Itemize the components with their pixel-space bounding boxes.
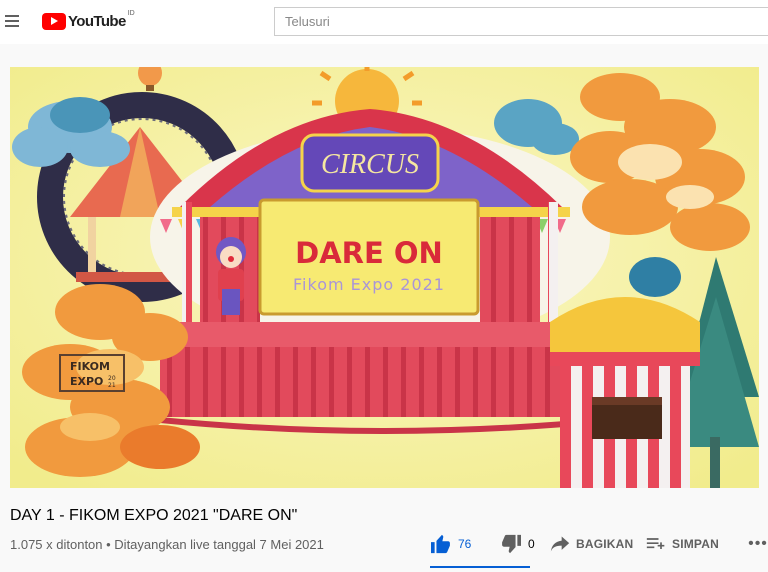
corner-logo-year-bottom: 21: [108, 382, 116, 389]
video-actions: 76 0 BAGIKAN SIMPAN •••: [430, 530, 768, 558]
tent-banner-text: CIRCUS: [321, 149, 419, 180]
save-label: SIMPAN: [672, 537, 719, 551]
thumbs-down-icon: [502, 534, 521, 554]
youtube-logo[interactable]: YouTube ID: [42, 10, 135, 31]
sentiment-bar-fill: [430, 566, 530, 568]
corner-logo-line1: FIKOM: [70, 360, 110, 373]
logo-region: ID: [127, 10, 135, 17]
playlist-add-icon: [646, 538, 665, 549]
video-player[interactable]: CIRCUS DARE ON Fikom Expo 2021 FIKOM EXP…: [10, 67, 759, 488]
share-label: BAGIKAN: [576, 537, 634, 551]
hamburger-menu-icon[interactable]: [2, 10, 24, 32]
dislike-count: 0: [528, 537, 535, 551]
video-title: DAY 1 - FIKOM EXPO 2021 "DARE ON": [10, 507, 298, 524]
sign-title: DARE ON: [295, 236, 443, 270]
thumbs-up-icon: [431, 534, 450, 554]
dare-on-sign: DARE ON Fikom Expo 2021: [258, 198, 480, 316]
sign-subtitle: Fikom Expo 2021: [293, 275, 445, 294]
youtube-play-icon: [42, 12, 66, 30]
ticket-booth-illustration: [550, 297, 700, 488]
share-button[interactable]: BAGIKAN: [550, 530, 646, 558]
masthead: YouTube ID: [0, 0, 768, 44]
sentiment-bar: [430, 566, 530, 568]
video-meta: 1.075 x ditonton • Ditayangkan live tang…: [10, 537, 324, 552]
like-count: 76: [458, 537, 472, 551]
like-button[interactable]: 76: [430, 530, 480, 558]
corner-logo-line2: EXPO: [70, 375, 103, 388]
more-actions-icon[interactable]: •••: [746, 530, 768, 558]
video-thumbnail: CIRCUS DARE ON Fikom Expo 2021 FIKOM EXP…: [10, 67, 759, 488]
share-arrow-icon: [550, 536, 570, 552]
search-input[interactable]: [275, 8, 768, 35]
corner-logo-year-top: 20: [108, 375, 116, 382]
save-button[interactable]: SIMPAN: [646, 530, 738, 558]
search-box: [274, 7, 768, 36]
dislike-button[interactable]: 0: [500, 530, 540, 558]
logo-text: YouTube: [68, 12, 126, 30]
